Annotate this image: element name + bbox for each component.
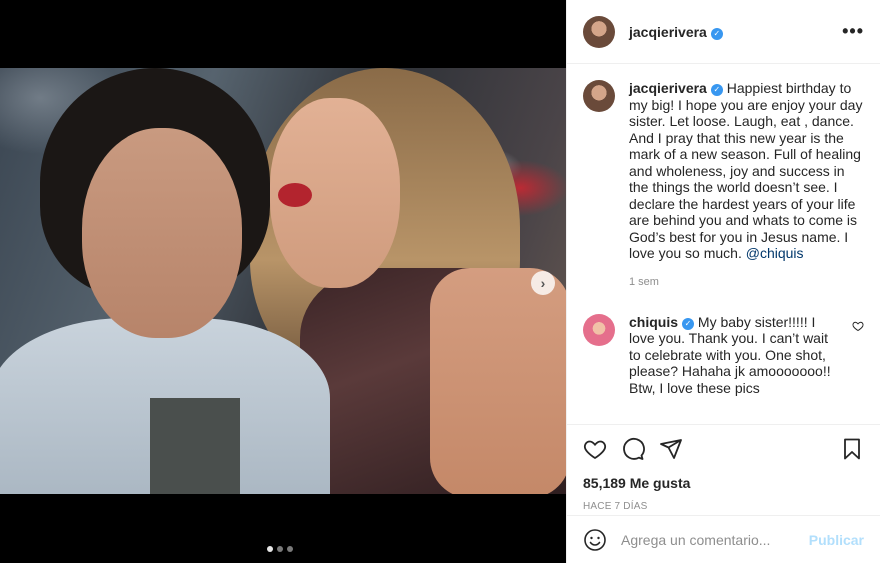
carousel-dots <box>267 546 293 552</box>
verified-badge-icon: ✓ <box>682 317 695 330</box>
caption-author[interactable]: jacqierivera ✓ <box>629 80 723 96</box>
add-comment-bar: Agrega un comentario... Publicar <box>567 515 880 563</box>
carousel-dot <box>287 546 293 552</box>
tongue-out <box>278 183 312 207</box>
caption-author-avatar[interactable] <box>583 80 615 112</box>
verified-badge-icon: ✓ <box>710 84 723 96</box>
post-sidebar: jacqierivera ✓ ••• jacqierivera ✓ Happiest… <box>566 0 880 563</box>
save-bookmark-icon[interactable] <box>840 437 864 461</box>
author-username[interactable]: jacqierivera ✓ <box>629 24 723 40</box>
actions-section: 85,189 Me gusta HACE 7 DÍAS <box>567 424 880 512</box>
caption-mention[interactable]: @chiquis <box>746 245 804 261</box>
post-date[interactable]: HACE 7 DÍAS <box>583 501 864 512</box>
carousel-dot <box>277 546 283 552</box>
carousel-dot <box>267 546 273 552</box>
like-comment-heart-icon[interactable] <box>852 320 864 332</box>
next-arrow-icon[interactable]: › <box>531 271 555 295</box>
comment: chiquis ✓ My baby sister!!!!! I love you.… <box>629 314 843 397</box>
post-header: jacqierivera ✓ ••• <box>567 0 880 64</box>
media-panel: › <box>0 0 566 563</box>
verified-badge-icon: ✓ <box>710 27 723 40</box>
caption-row: jacqierivera ✓ Happiest birthday to my bi… <box>583 80 864 262</box>
author-username-text[interactable]: jacqierivera <box>629 24 707 40</box>
comments-section: jacqierivera ✓ Happiest birthday to my bi… <box>567 64 880 424</box>
person-right-arm <box>430 268 566 494</box>
commenter-avatar[interactable] <box>583 313 615 346</box>
person-left-face <box>82 128 242 338</box>
author-avatar[interactable] <box>583 15 615 48</box>
comment-input[interactable]: Agrega un comentario... <box>621 532 770 548</box>
publish-comment-button[interactable]: Publicar <box>809 532 864 548</box>
caption: jacqierivera ✓ Happiest birthday to my bi… <box>629 80 864 262</box>
comment-bubble-icon[interactable] <box>621 437 645 461</box>
caption-timestamp[interactable]: 1 sem <box>629 276 864 288</box>
caption-text: Happiest birthday to my big! I hope you … <box>629 80 863 261</box>
like-heart-icon[interactable] <box>583 437 607 461</box>
emoji-smiley-icon[interactable] <box>583 528 607 552</box>
person-left-top <box>150 398 240 494</box>
comment-row: chiquis ✓ My baby sister!!!!! I love you.… <box>583 313 864 397</box>
more-options-icon[interactable]: ••• <box>842 21 864 42</box>
commenter-username[interactable]: chiquis <box>629 314 678 330</box>
share-send-icon[interactable] <box>659 437 683 461</box>
likes-count[interactable]: 85,189 Me gusta <box>583 475 864 491</box>
action-bar <box>583 433 864 465</box>
post-photo[interactable] <box>0 68 566 494</box>
